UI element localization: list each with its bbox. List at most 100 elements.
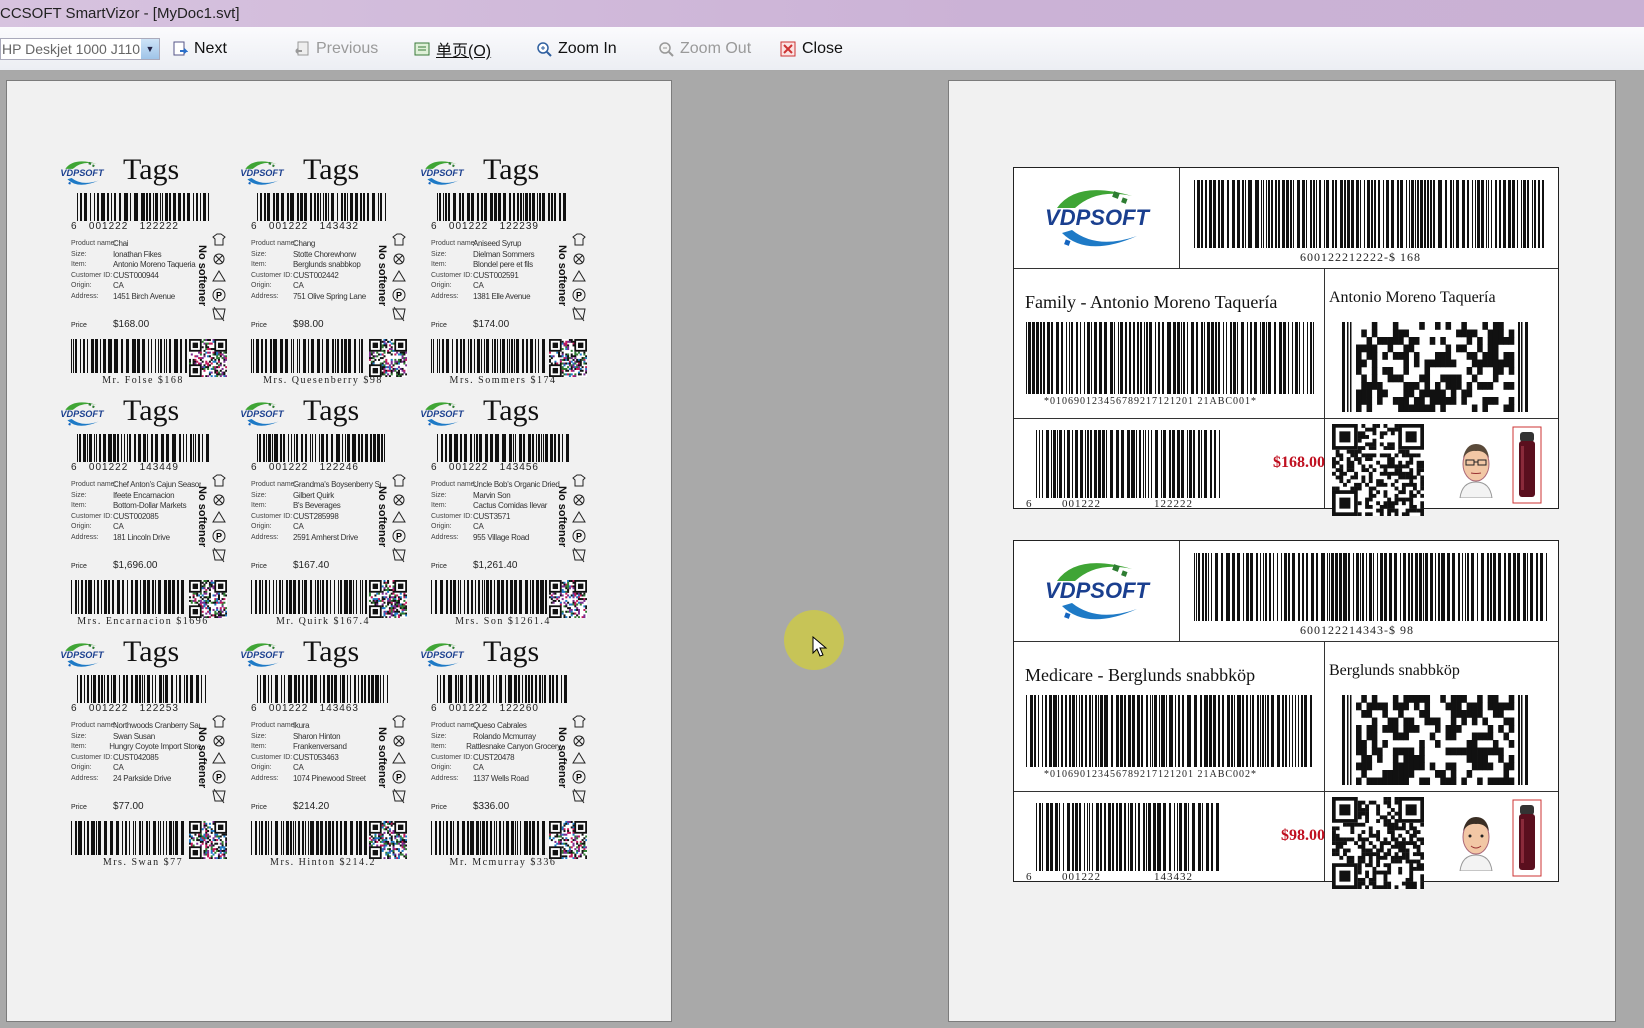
mouse-pointer-icon	[812, 636, 828, 657]
barcode-number: 6 001222 143449	[71, 462, 179, 473]
tag-fields: Product name: Ikura Size: Sharon Hinton Item…	[251, 721, 381, 784]
tag-label: VDPSOFT Tags 6 001222 143449 Product name: C…	[57, 390, 229, 630]
tag-field-value: CA	[113, 522, 124, 531]
tag-field-value: 24 Parkside Drive	[113, 773, 172, 783]
barcode-number: 6 001222 122253	[71, 703, 179, 714]
customer-name: Antonio Moreno Taquería	[1329, 289, 1496, 306]
close-button[interactable]: Close	[780, 37, 843, 61]
previous-button-label: Previous	[316, 40, 379, 57]
tag-field-value: Uncle Bob's Organic Dried P	[473, 480, 561, 489]
price-key: Price	[71, 563, 87, 570]
single-page-button-label: 单页(O)	[436, 43, 492, 60]
customer-name: Berglunds snabbköp	[1329, 662, 1460, 679]
tag-field-key: Size:	[71, 250, 87, 258]
chevron-down-icon[interactable]: ▼	[141, 39, 159, 59]
printer-select[interactable]: HP Deskjet 1000 J110 ▼	[0, 38, 160, 60]
ean-mid-digits: 001222	[1062, 498, 1101, 510]
label-price: $168.00	[1273, 454, 1325, 471]
tag-field-key: Customer ID:	[251, 753, 293, 761]
tag-field-row: Product name: Ikura	[251, 721, 381, 732]
zoom-in-button[interactable]: Zoom In	[536, 37, 617, 61]
tag-field-key: Origin:	[431, 523, 452, 530]
tag-field-row: Origin: CA	[251, 522, 381, 533]
svg-text:VDPSOFT: VDPSOFT	[1045, 205, 1150, 230]
tag-field-key: Customer ID:	[71, 753, 113, 761]
zoom-out-button[interactable]: Zoom Out	[658, 37, 751, 61]
bottle-image	[1512, 799, 1542, 882]
magnifier-minus-icon	[658, 41, 674, 57]
tag-field-key: Address:	[251, 292, 279, 300]
qr-code	[549, 339, 588, 378]
vdpsoft-logo-icon: VDPSOFT	[240, 643, 285, 667]
tag-field-key: Customer ID:	[71, 271, 113, 279]
tag-field-key: Origin:	[71, 282, 92, 289]
care-symbols-icon: P	[392, 474, 406, 563]
qr-code	[549, 821, 588, 860]
tag-title: Tags	[303, 153, 360, 186]
svg-text:VDPSOFT: VDPSOFT	[240, 168, 285, 178]
tag-field-key: Origin:	[251, 282, 272, 289]
product-label: VDPSOFT 600122214343-$ 98 Medicare - Bergl…	[1013, 540, 1559, 890]
tag-field-key: Item:	[251, 261, 267, 268]
tag-field-key: Size:	[251, 732, 267, 740]
tag-field-value: Dielman Sommers	[473, 249, 535, 259]
tag-field-value: Marvin Son	[473, 490, 511, 500]
no-softener-text: No softener	[196, 727, 208, 789]
svg-text:P: P	[396, 773, 402, 783]
tag-title: Tags	[123, 153, 180, 186]
tag-field-row: Item: Berglunds snabbkop	[251, 260, 381, 271]
tag-field-key: Item:	[251, 502, 267, 509]
care-symbols-icon: P	[572, 474, 586, 563]
tag-field-value: Stotte Chorewhorw	[293, 249, 356, 259]
code128-barcode	[71, 580, 184, 614]
svg-text:P: P	[396, 532, 402, 542]
code128-barcode	[71, 821, 184, 855]
tag-field-row: Item: Bottom-Dollar Markets	[71, 501, 201, 512]
tag-field-value: CA	[293, 522, 304, 531]
tag-field-key: Product name:	[71, 722, 117, 729]
tag-field-key: Origin:	[251, 523, 272, 530]
tag-title: Tags	[483, 635, 540, 668]
svg-text:VDPSOFT: VDPSOFT	[60, 409, 105, 419]
no-softener-text: No softener	[196, 486, 208, 548]
tag-field-key: Product name:	[71, 481, 117, 488]
tag-field-row: Product name: Queso Cabrales	[431, 721, 561, 732]
tag-field-value: Rolando Mcmurray	[473, 731, 536, 741]
single-page-button[interactable]: 单页(O)	[414, 37, 491, 61]
barcode-number: 6 001222 122239	[431, 221, 539, 232]
code128-barcode	[251, 821, 367, 855]
tag-field-row: Origin: CA	[431, 281, 561, 292]
tag-caption: Mrs. Sommers $174	[449, 375, 557, 386]
tag-field-key: Item:	[71, 261, 87, 268]
care-symbols-icon: P	[212, 474, 226, 563]
tag-field-key: Item:	[71, 502, 87, 509]
tag-field-row: Customer ID: CUST000944	[71, 271, 201, 282]
tag-field-key: Customer ID:	[431, 512, 473, 520]
tag-field-row: Origin: CA	[251, 763, 381, 774]
price-value: $336.00	[473, 801, 510, 812]
tag-field-row: Customer ID: CUST002442	[251, 271, 381, 282]
tag-field-value: 2591 Amherst Drive	[293, 532, 358, 542]
previous-button[interactable]: Previous	[294, 37, 378, 61]
price-value: $1,261.40	[473, 560, 518, 571]
svg-text:P: P	[396, 291, 402, 301]
tag-field-key: Address:	[71, 774, 99, 782]
price-key: Price	[71, 322, 87, 329]
tag-field-key: Address:	[431, 533, 459, 541]
tag-field-key: Origin:	[71, 523, 92, 530]
svg-text:VDPSOFT: VDPSOFT	[420, 409, 465, 419]
tag-label: VDPSOFT Tags 6 001222 122239 Product name: A…	[417, 149, 589, 389]
tag-field-row: Size: Dielman Sommers	[431, 250, 561, 261]
next-page-icon	[172, 41, 189, 57]
next-button[interactable]: Next	[172, 37, 227, 61]
tag-field-row: Item: Antonio Moreno Taqueria	[71, 260, 201, 271]
pdf417-box	[1342, 322, 1528, 417]
vdpsoft-logo-icon: VDPSOFT	[420, 402, 465, 426]
price-key: Price	[251, 563, 267, 570]
barcode-number: 6 001222 122246	[251, 462, 359, 473]
svg-text:P: P	[216, 773, 222, 783]
tag-field-key: Size:	[251, 491, 267, 499]
qr-code	[369, 580, 408, 619]
vdpsoft-logo: VDPSOFT	[57, 637, 107, 673]
tag-field-key: Product name:	[431, 240, 477, 247]
